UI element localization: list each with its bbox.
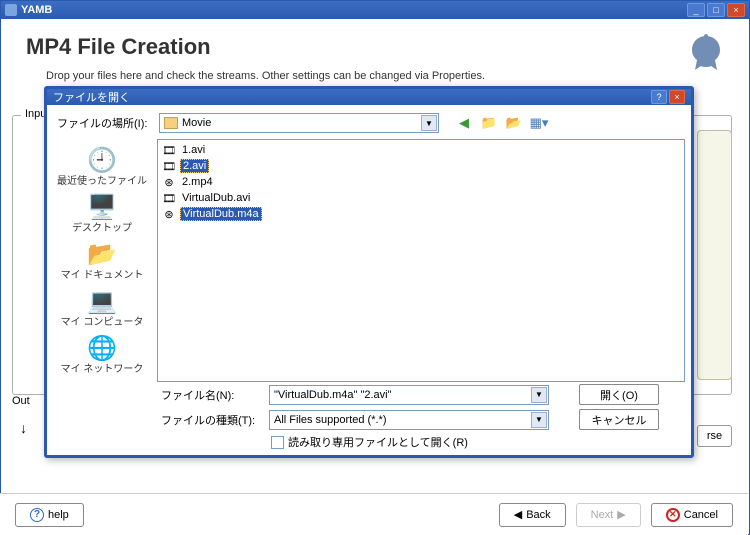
place-0[interactable]: 🕘 最近使ったファイル xyxy=(57,143,147,190)
place-2[interactable]: 📂 マイ ドキュメント xyxy=(57,237,147,284)
file-name: VirtualDub.m4a xyxy=(180,207,262,221)
place-icon: 🌐 xyxy=(86,334,118,362)
place-4[interactable]: 🌐 マイ ネットワーク xyxy=(57,331,147,378)
page-subtitle: Drop your files here and check the strea… xyxy=(46,70,729,82)
filetype-label: ファイルの種類(T): xyxy=(53,412,263,428)
back-label: Back xyxy=(526,509,550,521)
place-label: マイ コンピュータ xyxy=(61,317,144,328)
filetype-combo[interactable]: All Files supported (*.*) ▼ xyxy=(269,410,549,430)
maximize-button[interactable]: □ xyxy=(707,3,725,17)
back-arrow-icon: ◀ xyxy=(514,508,522,521)
browse-button-partial[interactable]: rse xyxy=(697,425,732,447)
folder-icon xyxy=(164,117,178,129)
file-name: 1.avi xyxy=(180,144,207,156)
nav-back-icon[interactable]: ◀ xyxy=(453,113,475,133)
close-button[interactable]: × xyxy=(727,3,745,17)
chevron-down-icon[interactable]: ▼ xyxy=(421,115,437,131)
filetype-value: All Files supported (*.*) xyxy=(274,414,387,426)
chevron-down-icon[interactable]: ▼ xyxy=(531,387,547,403)
dialog-close-button[interactable]: × xyxy=(669,90,685,104)
help-button[interactable]: ? help xyxy=(15,503,84,527)
page-title: MP4 File Creation xyxy=(26,34,729,60)
readonly-label: 読み取り専用ファイルとして開く(R) xyxy=(288,434,468,450)
place-icon: 🖥️ xyxy=(86,193,118,221)
titlebar: YAMB _ □ × xyxy=(1,1,749,19)
file-item[interactable]: 🎞 2.avi xyxy=(160,158,682,174)
readonly-checkbox[interactable] xyxy=(271,436,284,449)
dialog-help-button[interactable]: ? xyxy=(651,90,667,104)
browse-strip[interactable] xyxy=(697,130,732,380)
file-item[interactable]: 🎞 1.avi xyxy=(160,142,682,158)
file-item[interactable]: ⊛ VirtualDub.m4a xyxy=(160,206,682,222)
filename-label: ファイル名(N): xyxy=(53,387,263,403)
window-title: YAMB xyxy=(21,4,687,16)
place-label: マイ ドキュメント xyxy=(61,270,144,281)
cancel-icon: ✕ xyxy=(666,508,680,522)
file-name: 2.mp4 xyxy=(180,176,215,188)
file-open-dialog: ファイルを開く ? × ファイルの場所(I): Movie ▼ ◀ 📁 📂 ▦▾… xyxy=(44,86,694,458)
dialog-cancel-button[interactable]: キャンセル xyxy=(579,409,659,430)
filename-value: "VirtualDub.m4a" "2.avi" xyxy=(274,389,392,401)
views-icon[interactable]: ▦▾ xyxy=(528,113,550,133)
dialog-toolbar: ファイルの場所(I): Movie ▼ ◀ 📁 📂 ▦▾ xyxy=(53,111,685,139)
help-label: help xyxy=(48,509,69,521)
next-label: Next xyxy=(591,509,614,521)
place-icon: 🕘 xyxy=(86,146,118,174)
file-icon: ⊛ xyxy=(162,175,176,189)
file-icon: 🎞 xyxy=(162,143,176,157)
lookin-value: Movie xyxy=(182,117,211,129)
places-bar: 🕘 最近使ったファイル 🖥️ デスクトップ 📂 マイ ドキュメント 💻 マイ コンピュータ 🌐 マ… xyxy=(53,139,151,382)
minimize-button[interactable]: _ xyxy=(687,3,705,17)
cancel-label: Cancel xyxy=(684,509,718,521)
output-legend: Out xyxy=(12,395,30,407)
file-icon: ⊛ xyxy=(162,207,176,221)
lookin-label: ファイルの場所(I): xyxy=(53,115,153,131)
file-list[interactable]: 🎞 1.avi 🎞 2.avi ⊛ 2.mp4 🎞 VirtualDub.avi ⊛ Virtua… xyxy=(157,139,685,382)
back-button[interactable]: ◀ Back xyxy=(499,503,566,527)
file-item[interactable]: 🎞 VirtualDub.avi xyxy=(160,190,682,206)
dialog-title: ファイルを開く xyxy=(53,89,649,105)
file-icon: 🎞 xyxy=(162,191,176,205)
place-3[interactable]: 💻 マイ コンピュータ xyxy=(57,284,147,331)
bottombar: ? help ◀ Back Next ▶ ✕ Cancel xyxy=(0,493,748,535)
place-1[interactable]: 🖥️ デスクトップ xyxy=(57,190,147,237)
place-icon: 💻 xyxy=(86,287,118,315)
filename-input[interactable]: "VirtualDub.m4a" "2.avi" ▼ xyxy=(269,385,549,405)
app-icon xyxy=(5,4,17,16)
gnome-foot-logo xyxy=(682,30,730,78)
next-button: Next ▶ xyxy=(576,503,641,527)
help-icon: ? xyxy=(30,508,44,522)
open-button[interactable]: 開く(O) xyxy=(579,384,659,405)
cancel-button[interactable]: ✕ Cancel xyxy=(651,503,733,527)
lookin-combo[interactable]: Movie ▼ xyxy=(159,113,439,133)
file-icon: 🎞 xyxy=(162,159,176,173)
new-folder-icon[interactable]: 📂 xyxy=(503,113,525,133)
file-name: 2.avi xyxy=(180,159,209,173)
next-arrow-icon: ▶ xyxy=(617,508,625,521)
dialog-titlebar: ファイルを開く ? × xyxy=(47,89,691,105)
place-label: 最近使ったファイル xyxy=(57,176,147,187)
chevron-down-icon[interactable]: ▼ xyxy=(531,412,547,428)
place-label: デスクトップ xyxy=(72,223,132,234)
down-arrow-icon: ↓ xyxy=(20,420,27,436)
file-item[interactable]: ⊛ 2.mp4 xyxy=(160,174,682,190)
place-label: マイ ネットワーク xyxy=(61,364,144,375)
nav-up-icon[interactable]: 📁 xyxy=(478,113,500,133)
place-icon: 📂 xyxy=(86,240,118,268)
file-name: VirtualDub.avi xyxy=(180,192,252,204)
